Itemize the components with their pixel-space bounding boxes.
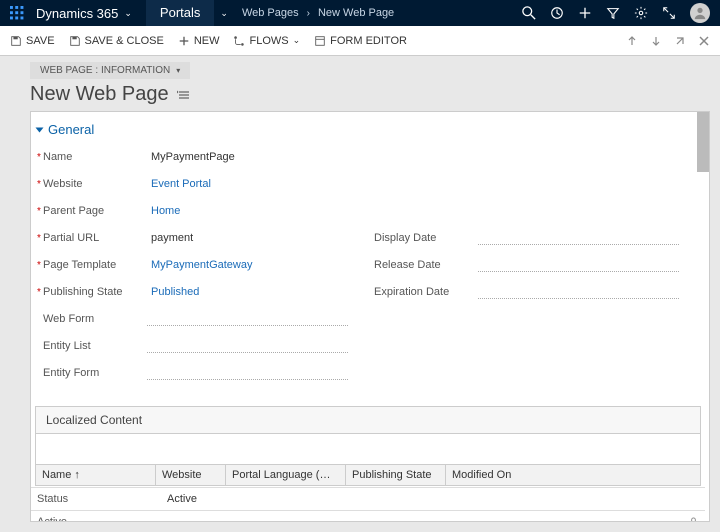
app-launcher-icon[interactable] (10, 6, 24, 20)
popout-icon[interactable] (674, 35, 686, 47)
field-parent[interactable]: Home (147, 205, 368, 217)
up-icon[interactable] (626, 35, 638, 47)
gridcol-pubstate[interactable]: Publishing State (346, 465, 446, 485)
label-releasedate: Release Date (368, 259, 478, 271)
close-icon[interactable] (698, 35, 710, 47)
footer-status-value: Active (167, 493, 699, 505)
expand-icon[interactable] (662, 6, 676, 20)
new-button[interactable]: NEW (178, 35, 220, 47)
search-icon[interactable] (522, 6, 536, 20)
label-pagetpl: Page Template (37, 259, 147, 271)
label-website: Website (37, 178, 147, 190)
form-menu-icon[interactable] (177, 88, 191, 102)
module-label[interactable]: Portals (146, 0, 214, 26)
grid-header-row: Name ↑ Website Portal Language (Webpage … (35, 464, 701, 486)
down-icon[interactable] (650, 35, 662, 47)
section-general[interactable]: General (31, 112, 705, 143)
field-entityform[interactable] (147, 366, 348, 380)
subgrid-localized-header: Localized Content (35, 406, 701, 434)
breadcrumb-current: New Web Page (318, 7, 394, 19)
save-close-button[interactable]: SAVE & CLOSE (69, 35, 164, 47)
gridcol-modified[interactable]: Modified On (446, 465, 546, 485)
field-partialurl[interactable]: payment (147, 232, 368, 244)
form-editor-button[interactable]: FORM EDITOR (314, 35, 407, 47)
filter-icon[interactable] (606, 6, 620, 20)
label-entityform: Entity Form (37, 367, 147, 379)
label-entitylist: Entity List (37, 340, 147, 352)
footer-status-label: Status (37, 493, 167, 505)
field-entitylist[interactable] (147, 339, 348, 353)
breadcrumb-webpages[interactable]: Web Pages (242, 7, 299, 19)
avatar[interactable] (690, 3, 710, 23)
page-title: New Web Page (30, 83, 169, 106)
save-button[interactable]: SAVE (10, 35, 55, 47)
label-webform: Web Form (37, 313, 147, 325)
label-name: Name (37, 151, 147, 163)
module-caret-icon[interactable]: ⌄ (220, 8, 228, 19)
field-expdate[interactable] (478, 285, 679, 299)
settings-icon[interactable] (634, 6, 648, 20)
field-pubstate[interactable]: Published (147, 286, 368, 298)
form-selector[interactable]: WEB PAGE : INFORMATION▾ (30, 62, 190, 79)
flows-button[interactable]: FLOWS⌄ (233, 35, 300, 47)
lock-icon (688, 517, 699, 523)
gridcol-lang[interactable]: Portal Language (Webpage Lang... (226, 465, 346, 485)
recent-icon[interactable] (550, 6, 564, 20)
field-pagetpl[interactable]: MyPaymentGateway (147, 259, 368, 271)
field-name[interactable]: MyPaymentPage (147, 151, 368, 163)
gridcol-website[interactable]: Website (156, 465, 226, 485)
collapse-icon (36, 127, 44, 132)
field-releasedate[interactable] (478, 258, 679, 272)
breadcrumb-sep-icon: › (307, 8, 310, 19)
field-webform[interactable] (147, 312, 348, 326)
gridcol-name[interactable]: Name ↑ (36, 465, 156, 485)
footer-active-label: Active (37, 516, 167, 522)
label-partialurl: Partial URL (37, 232, 147, 244)
label-parent: Parent Page (37, 205, 147, 217)
brand-caret-icon[interactable]: ⌄ (124, 8, 132, 19)
brand-label[interactable]: Dynamics 365 (36, 6, 118, 21)
field-website[interactable]: Event Portal (147, 178, 368, 190)
label-pubstate: Publishing State (37, 286, 147, 298)
add-icon[interactable] (578, 6, 592, 20)
field-displaydate[interactable] (478, 231, 679, 245)
scrollbar-thumb[interactable] (697, 112, 709, 172)
label-expdate: Expiration Date (368, 286, 478, 298)
label-displaydate: Display Date (368, 232, 478, 244)
